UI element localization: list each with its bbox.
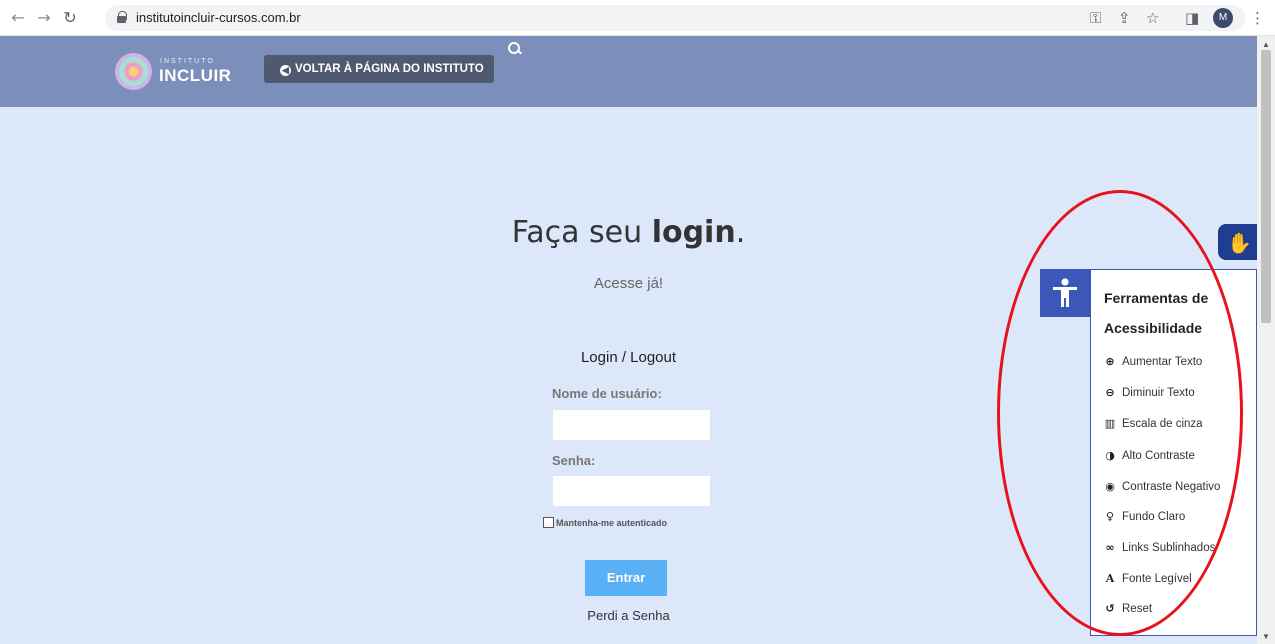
browser-toolbar: ← → ↻ institutoincluir-cursos.com.br ⚿ ⇪…: [0, 0, 1275, 36]
lightbulb-icon: ♀: [1105, 510, 1115, 523]
menu-dots-icon[interactable]: ⋮: [1250, 8, 1265, 28]
username-field[interactable]: [553, 410, 710, 440]
acc-item-label: Diminuir Texto: [1122, 387, 1195, 399]
title-suffix: .: [735, 215, 746, 250]
font-icon: A: [1105, 572, 1115, 585]
arrow-left-circle-icon: ◀: [280, 65, 291, 76]
acc-underline-links[interactable]: ∞ Links Sublinhados: [1103, 541, 1255, 561]
zoom-out-icon: ⊖: [1105, 386, 1115, 399]
back-button-label: VOLTAR À PÁGINA DO INSTITUTO: [295, 63, 484, 75]
star-icon[interactable]: ☆: [1146, 8, 1159, 28]
side-panel-icon[interactable]: ◨: [1185, 8, 1199, 28]
accessibility-panel: Ferramentas de Acessibilidade ⊕ Aumentar …: [1090, 269, 1257, 636]
site-header: INSTITUTO INCLUIR ◀ VOLTAR À PÁGINA DO IN…: [0, 36, 1257, 107]
scrollbar[interactable]: ▲ ▼: [1257, 36, 1275, 644]
acc-item-label: Fundo Claro: [1122, 511, 1186, 523]
acc-light-background[interactable]: ♀ Fundo Claro: [1103, 510, 1255, 530]
url-text[interactable]: institutoincluir-cursos.com.br: [136, 10, 301, 25]
link-icon: ∞: [1105, 541, 1115, 554]
accessibility-title: Ferramentas de Acessibilidade: [1104, 290, 1209, 336]
barcode-icon: ▥: [1104, 417, 1116, 430]
address-bar[interactable]: institutoincluir-cursos.com.br: [105, 5, 1245, 31]
acc-increase-text[interactable]: ⊕ Aumentar Texto: [1103, 355, 1255, 375]
logo-emblem-icon: [115, 53, 152, 90]
search-icon[interactable]: [508, 42, 522, 56]
lock-icon: [117, 11, 127, 23]
title-prefix: Faça seu: [511, 215, 652, 250]
acc-high-contrast[interactable]: ◑ Alto Contraste: [1103, 449, 1255, 469]
profile-avatar[interactable]: M: [1213, 8, 1233, 28]
reset-icon: ↺: [1105, 602, 1115, 615]
zoom-in-icon: ⊕: [1105, 355, 1115, 368]
scroll-up-icon[interactable]: ▲: [1262, 40, 1270, 49]
acc-item-label: Fonte Legível: [1122, 573, 1192, 585]
acc-negative-contrast[interactable]: ◉ Contraste Negativo: [1103, 480, 1255, 500]
remember-label: Mantenha-me autenticado: [556, 518, 668, 528]
login-submit-button[interactable]: Entrar: [585, 560, 667, 596]
acc-grayscale[interactable]: ▥ Escala de cinza: [1103, 417, 1255, 437]
logo-small-text: INSTITUTO: [160, 58, 215, 65]
contrast-icon: ◑: [1105, 449, 1115, 462]
accessibility-toggle-button[interactable]: [1040, 269, 1090, 317]
remember-checkbox[interactable]: [543, 517, 554, 528]
scroll-thumb[interactable]: [1261, 50, 1271, 323]
page-title: Faça seu login.: [0, 215, 1257, 250]
accessibility-person-icon: [1053, 278, 1077, 307]
forgot-password-link[interactable]: Perdi a Senha: [0, 608, 1257, 623]
acc-item-label: Escala de cinza: [1122, 418, 1203, 430]
reload-icon[interactable]: ↻: [60, 8, 80, 28]
password-label: Senha:: [552, 453, 596, 468]
acc-item-label: Links Sublinhados: [1122, 542, 1216, 554]
username-label: Nome de usuário:: [552, 386, 662, 401]
form-heading: Login / Logout: [580, 349, 677, 366]
acc-reset[interactable]: ↺ Reset: [1103, 602, 1255, 622]
forward-arrow-icon[interactable]: →: [34, 8, 54, 28]
acc-readable-font[interactable]: A Fonte Legível: [1103, 572, 1255, 592]
acc-item-label: Aumentar Texto: [1122, 356, 1203, 368]
eye-icon: ◉: [1105, 480, 1115, 493]
scroll-down-icon[interactable]: ▼: [1262, 632, 1270, 641]
back-arrow-icon[interactable]: ←: [8, 8, 28, 28]
acc-item-label: Alto Contraste: [1122, 450, 1195, 462]
key-icon[interactable]: ⚿: [1090, 8, 1101, 28]
logo[interactable]: INSTITUTO INCLUIR: [115, 53, 231, 91]
acc-item-label: Contraste Negativo: [1122, 481, 1221, 493]
title-bold: login: [651, 215, 736, 250]
sign-language-hands-icon: ✋: [1227, 233, 1252, 255]
sign-language-button[interactable]: ✋: [1218, 224, 1257, 260]
remember-me[interactable]: Mantenha-me autenticado: [543, 517, 667, 528]
share-icon[interactable]: ⇪: [1118, 8, 1131, 28]
logo-big-text: INCLUIR: [159, 66, 232, 85]
acc-item-label: Reset: [1122, 603, 1153, 615]
acc-decrease-text[interactable]: ⊖ Diminuir Texto: [1103, 386, 1255, 406]
back-to-institute-button[interactable]: ◀ VOLTAR À PÁGINA DO INSTITUTO: [264, 55, 494, 83]
password-field[interactable]: [553, 476, 710, 506]
